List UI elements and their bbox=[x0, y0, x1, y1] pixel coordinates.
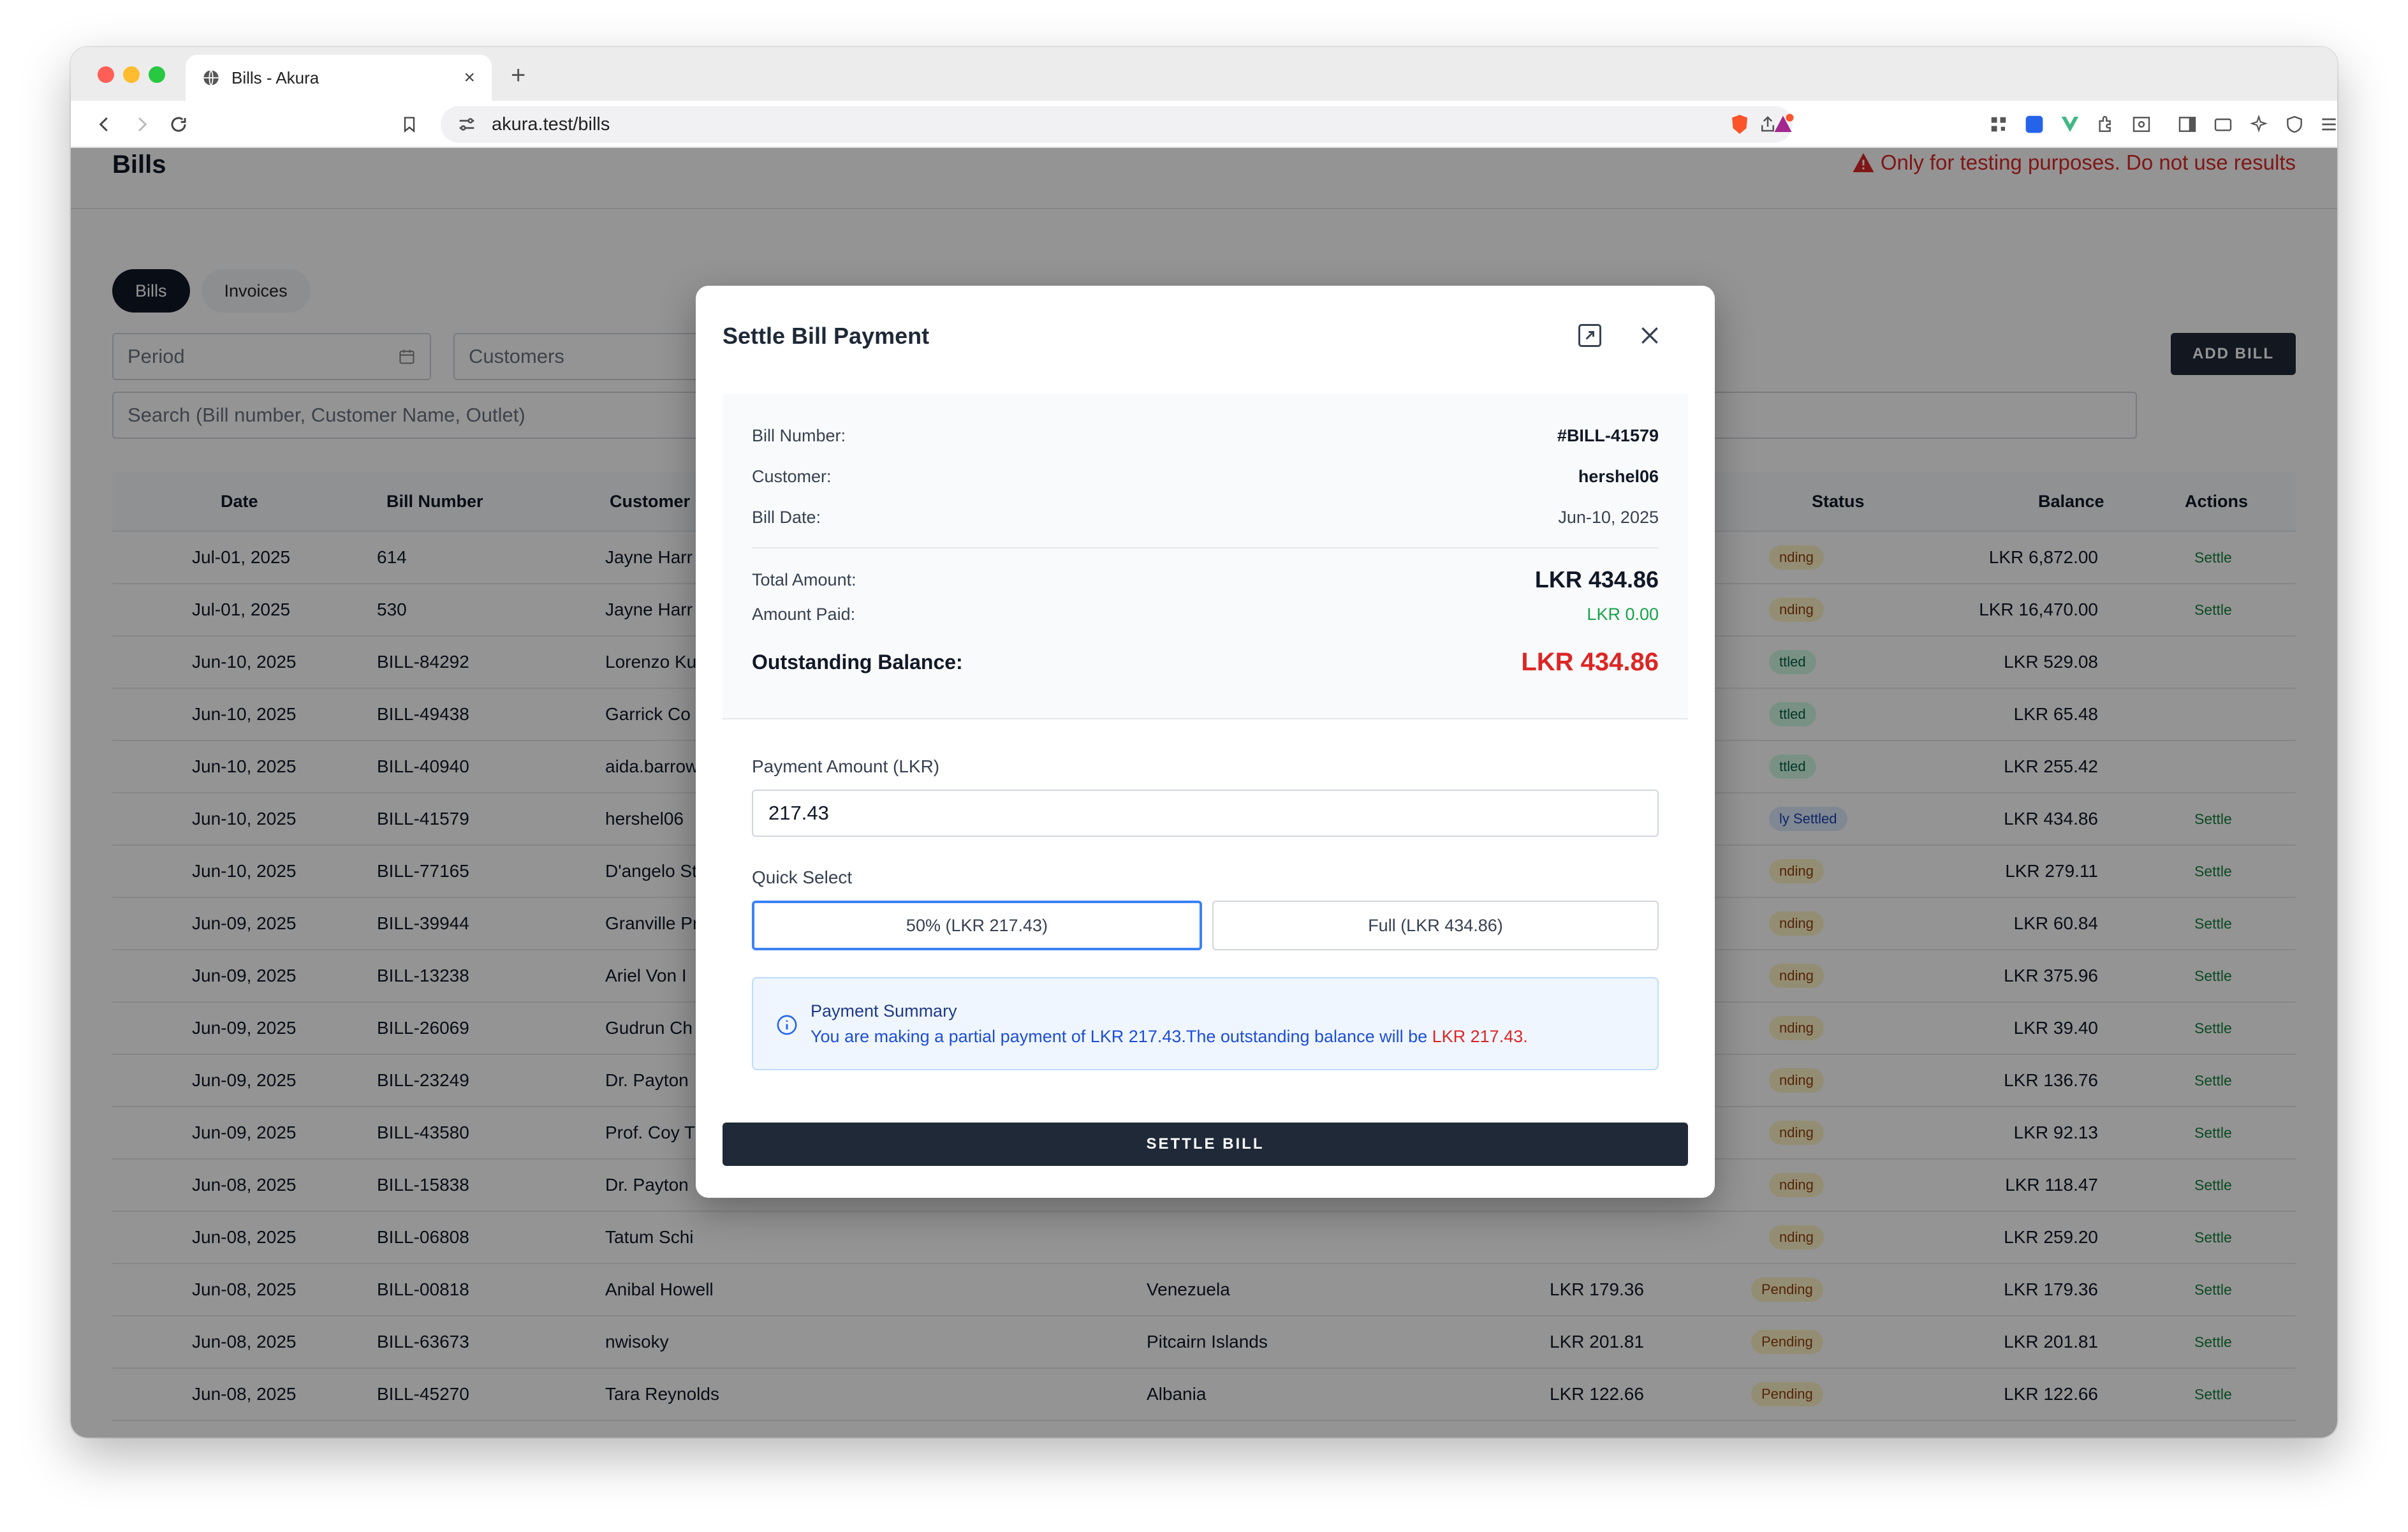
globe-icon bbox=[203, 70, 219, 86]
paid-value: LKR 0.00 bbox=[1587, 605, 1659, 624]
qr-code-icon[interactable] bbox=[1986, 112, 2011, 136]
paid-row: Amount Paid: LKR 0.00 bbox=[752, 605, 1659, 624]
paid-label: Amount Paid: bbox=[752, 605, 856, 624]
outstanding-row: Outstanding Balance: LKR 434.86 bbox=[752, 648, 1659, 677]
close-tab-icon[interactable]: × bbox=[464, 67, 475, 89]
close-icon[interactable] bbox=[1637, 323, 1663, 348]
minimize-window-button[interactable] bbox=[123, 66, 140, 83]
bill-date-label: Bill Date: bbox=[752, 508, 821, 527]
back-icon bbox=[99, 117, 108, 132]
bill-date-row: Bill Date: Jun-10, 2025 bbox=[752, 508, 1659, 527]
menu-icon[interactable] bbox=[2317, 112, 2337, 136]
site-settings-icon[interactable] bbox=[456, 114, 478, 135]
total-value: LKR 434.86 bbox=[1534, 566, 1659, 593]
payment-summary-box: Payment Summary You are making a partial… bbox=[752, 977, 1659, 1070]
vpn-shield-icon[interactable] bbox=[2282, 112, 2307, 136]
modal-title: Settle Bill Payment bbox=[723, 323, 930, 349]
quick-select-label: Quick Select bbox=[752, 867, 853, 887]
maximize-window-button[interactable] bbox=[149, 66, 165, 83]
payment-amount-label: Payment Amount (LKR) bbox=[752, 756, 940, 776]
total-label: Total Amount: bbox=[752, 570, 856, 589]
expand-icon[interactable] bbox=[1576, 321, 1604, 350]
reload-icon bbox=[171, 117, 186, 132]
settle-bill-button[interactable]: SETTLE BILL bbox=[723, 1123, 1688, 1166]
total-row: Total Amount: LKR 434.86 bbox=[752, 566, 1659, 593]
summary-divider bbox=[752, 547, 1659, 549]
brave-shield-icon[interactable] bbox=[1728, 112, 1752, 136]
forward-button[interactable] bbox=[127, 110, 156, 139]
reload-button[interactable] bbox=[164, 110, 193, 139]
remaining-balance-value: LKR 217.43 bbox=[1432, 1027, 1523, 1046]
wallet-icon[interactable] bbox=[2211, 112, 2235, 136]
brave-rewards-icon[interactable] bbox=[1771, 112, 1795, 136]
browser-tab[interactable]: Bills - Akura × bbox=[186, 55, 492, 101]
bill-number-row: Bill Number: #BILL-41579 bbox=[752, 426, 1659, 446]
url-text: akura.test/bills bbox=[492, 114, 610, 135]
payment-amount-input[interactable]: 217.43 bbox=[752, 790, 1659, 837]
sidebar-toggle-icon[interactable] bbox=[2175, 112, 2199, 136]
quick-select-full-button[interactable]: Full (LKR 434.86) bbox=[1212, 901, 1659, 950]
forward-icon bbox=[138, 117, 147, 132]
bill-summary: Bill Number: #BILL-41579 Customer: hersh… bbox=[723, 394, 1688, 719]
back-button[interactable] bbox=[90, 110, 119, 139]
close-window-button[interactable] bbox=[98, 66, 114, 83]
payment-summary-title: Payment Summary bbox=[811, 1001, 957, 1020]
tab-bar: Bills - Akura × + bbox=[71, 47, 2337, 101]
bookmark-icon bbox=[404, 117, 415, 133]
tab-title: Bills - Akura bbox=[231, 68, 319, 87]
payment-summary-text: You are making a partial payment of LKR … bbox=[811, 1027, 1528, 1047]
customer-row: Customer: hershel06 bbox=[752, 467, 1659, 487]
bill-date-value: Jun-10, 2025 bbox=[1558, 508, 1659, 527]
bill-number-label: Bill Number: bbox=[752, 426, 846, 445]
bill-number-value: #BILL-41579 bbox=[1557, 426, 1659, 445]
screenshot-extension-icon[interactable] bbox=[2129, 112, 2154, 136]
new-tab-button[interactable]: + bbox=[511, 61, 525, 90]
customer-label: Customer: bbox=[752, 467, 832, 486]
browser-toolbar: akura.test/bills bbox=[71, 101, 2337, 148]
settle-bill-modal: Settle Bill Payment Bill Number: #BILL-4… bbox=[696, 286, 1715, 1198]
address-bar[interactable]: akura.test/bills bbox=[441, 106, 1793, 143]
translate-extension-icon[interactable] bbox=[2022, 112, 2046, 136]
payment-summary-message: You are making a partial payment of LKR … bbox=[811, 1027, 1432, 1046]
outstanding-label: Outstanding Balance: bbox=[752, 651, 963, 674]
info-icon bbox=[777, 1015, 797, 1035]
outstanding-value: LKR 434.86 bbox=[1521, 648, 1659, 676]
vue-devtools-icon[interactable] bbox=[2058, 112, 2082, 136]
bookmark-button[interactable] bbox=[395, 110, 424, 139]
leo-ai-icon[interactable] bbox=[2247, 112, 2271, 136]
summary-period: . bbox=[1523, 1027, 1528, 1046]
customer-value: hershel06 bbox=[1578, 467, 1659, 486]
extensions-puzzle-icon[interactable] bbox=[2094, 112, 2118, 136]
quick-select-half-button[interactable]: 50% (LKR 217.43) bbox=[752, 901, 1202, 950]
browser-window: Bills - Akura × + akura.test/bills Bills… bbox=[71, 47, 2337, 1438]
